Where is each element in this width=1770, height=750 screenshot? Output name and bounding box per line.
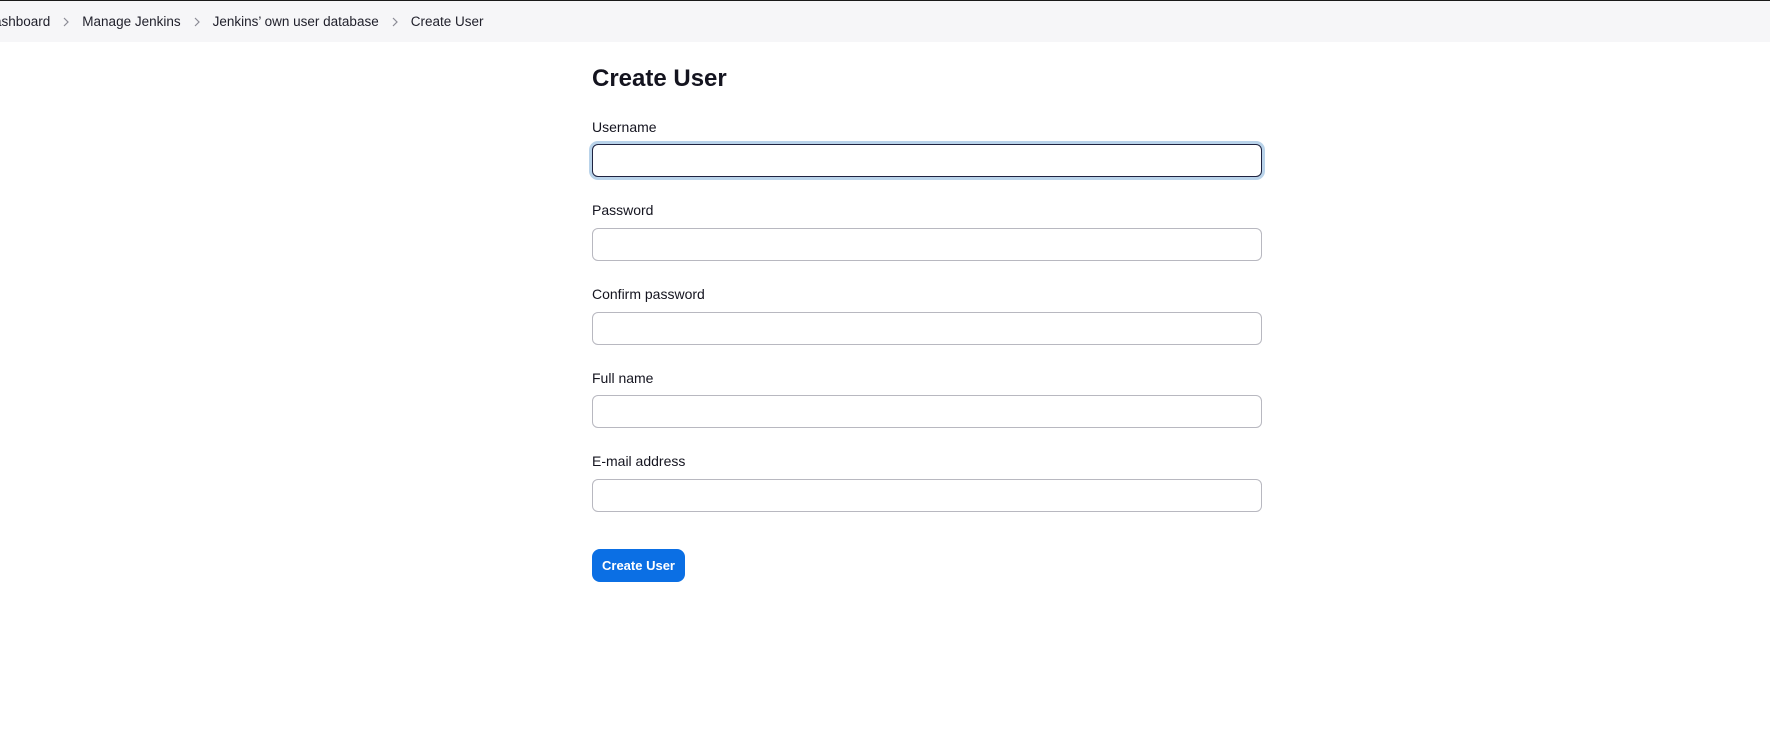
password-input[interactable] bbox=[592, 228, 1262, 261]
chevron-right-icon bbox=[181, 1, 213, 42]
breadcrumb-bar: ashboard Manage Jenkins Jenkins’ own use… bbox=[0, 1, 1770, 42]
chevron-right-icon bbox=[379, 1, 411, 42]
username-label: Username bbox=[592, 119, 657, 135]
create-user-button[interactable]: Create User bbox=[592, 549, 685, 582]
confirm-password-input[interactable] bbox=[592, 312, 1262, 345]
full-name-label: Full name bbox=[592, 370, 654, 386]
breadcrumb-manage-jenkins[interactable]: Manage Jenkins bbox=[82, 14, 180, 29]
email-input[interactable] bbox=[592, 479, 1262, 512]
confirm-password-label: Confirm password bbox=[592, 286, 705, 302]
username-input[interactable] bbox=[592, 144, 1262, 177]
breadcrumb: ashboard Manage Jenkins Jenkins’ own use… bbox=[0, 1, 484, 42]
chevron-right-icon bbox=[50, 1, 82, 42]
email-label: E-mail address bbox=[592, 453, 686, 469]
page-title: Create User bbox=[592, 65, 727, 92]
password-label: Password bbox=[592, 202, 654, 218]
breadcrumb-user-database[interactable]: Jenkins’ own user database bbox=[213, 14, 379, 29]
breadcrumb-dashboard[interactable]: ashboard bbox=[0, 14, 50, 29]
breadcrumb-create-user: Create User bbox=[410, 14, 484, 29]
full-name-input[interactable] bbox=[592, 395, 1262, 428]
